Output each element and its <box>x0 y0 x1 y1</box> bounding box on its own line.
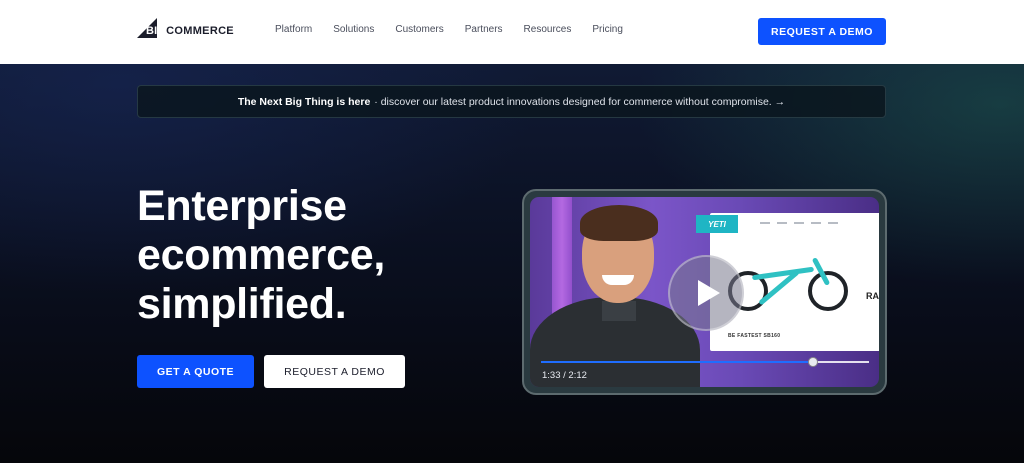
nav-item-solutions[interactable]: Solutions <box>333 24 374 35</box>
top-navbar: BIG COMMERCE Platform Solutions Customer… <box>0 0 1024 64</box>
nav-item-customers[interactable]: Customers <box>395 24 443 35</box>
logo-text-big: BIG <box>146 25 167 37</box>
bigcommerce-logo[interactable]: BIG COMMERCE <box>137 18 237 40</box>
headline-line-1: Enterprise <box>137 182 347 230</box>
presenter-smile <box>602 275 634 285</box>
announcement-text: · discover our latest product innovation… <box>374 95 786 108</box>
request-demo-nav-button[interactable]: REQUEST A DEMO <box>758 18 886 45</box>
nav-item-pricing[interactable]: Pricing <box>592 24 623 35</box>
storefront-partial-text: RA <box>866 291 879 301</box>
storefront-caption: BE FASTEST SB160 <box>728 333 781 339</box>
video-progress-bar[interactable] <box>541 357 869 367</box>
nav-item-partners[interactable]: Partners <box>465 24 503 35</box>
video-scrubber-handle[interactable] <box>808 357 819 367</box>
hero-headline: Enterprise ecommerce, simplified. <box>137 182 467 329</box>
presenter-collar <box>602 301 636 321</box>
announcement-title: The Next Big Thing is here <box>237 95 371 108</box>
logo-text-commerce: COMMERCE <box>166 25 234 37</box>
nav-item-resources[interactable]: Resources <box>524 24 572 35</box>
video-progress-fill <box>541 361 814 363</box>
headline-line-2: ecommerce, <box>137 231 385 279</box>
storefront-menu <box>760 222 838 224</box>
play-button[interactable] <box>668 255 744 331</box>
main-menu: Platform Solutions Customers Partners Re… <box>275 24 644 35</box>
bike-front-wheel-icon <box>808 271 848 311</box>
announcement-banner[interactable]: The Next Big Thing is here · discover ou… <box>137 85 886 118</box>
request-demo-button[interactable]: REQUEST A DEMO <box>264 355 405 388</box>
hero-section: The Next Big Thing is here · discover ou… <box>0 64 1024 463</box>
presenter-hair <box>580 205 658 241</box>
yeti-logo: YETI <box>696 215 738 233</box>
video-time-display: 1:33 / 2:12 <box>542 370 587 381</box>
video-player[interactable]: YETI RA BE FASTEST SB160 1:33 / 2:12 <box>530 197 879 387</box>
bike-frame-top <box>751 266 815 281</box>
headline-line-3: simplified. <box>137 280 347 328</box>
get-a-quote-button[interactable]: GET A QUOTE <box>137 355 254 388</box>
nav-item-platform[interactable]: Platform <box>275 24 312 35</box>
video-card: YETI RA BE FASTEST SB160 1:33 / 2:12 <box>522 189 887 395</box>
play-icon <box>698 280 720 306</box>
